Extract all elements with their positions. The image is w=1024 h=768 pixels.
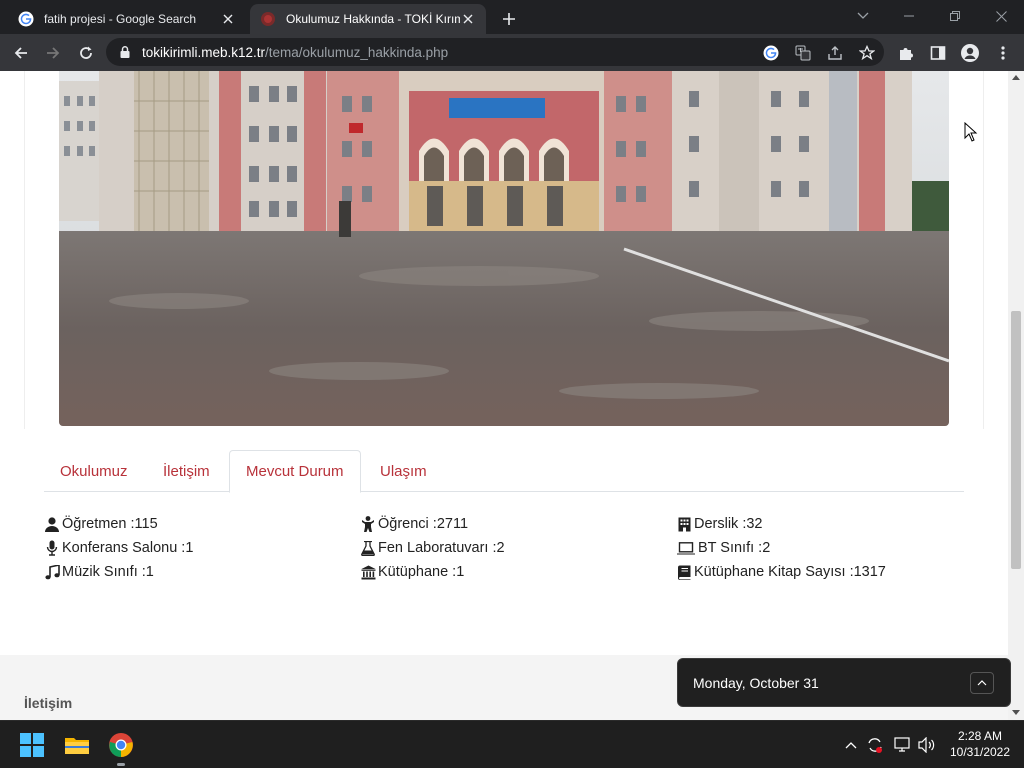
close-tab-icon[interactable]	[220, 11, 236, 27]
google-icon	[18, 11, 34, 27]
tab-okulumuz[interactable]: Okulumuz	[60, 450, 128, 492]
network-icon	[894, 737, 910, 752]
chrome-menu-button[interactable]	[990, 40, 1016, 66]
clock-date: 10/31/2022	[949, 745, 1011, 759]
stat-classrooms: Derslik :32	[676, 516, 763, 532]
more-vert-icon	[1001, 46, 1005, 60]
side-panel-button[interactable]	[925, 40, 951, 66]
back-button[interactable]	[8, 40, 34, 66]
chevron-down-icon	[857, 12, 869, 19]
stat-conference: Konferans Salonu :1	[44, 540, 193, 556]
url-host: tokikirimli.meb.k12.tr	[142, 44, 266, 60]
tab-search-button[interactable]	[840, 0, 886, 32]
browser-toolbar: tokikirimli.meb.k12.tr/tema/okulumuz_hak…	[0, 34, 1024, 71]
footer-contact-title: İletişim	[24, 695, 73, 711]
tab-mevcut-durum[interactable]: Mevcut Durum	[229, 450, 361, 493]
minimize-button[interactable]	[886, 0, 932, 32]
laptop-icon	[676, 540, 696, 556]
speaker-icon	[918, 737, 935, 753]
side-panel-icon	[930, 46, 946, 60]
scroll-thumb[interactable]	[1011, 311, 1021, 569]
stat-music-room: Müzik Sınıfı :1	[44, 564, 154, 580]
page-scrollbar[interactable]	[1008, 71, 1024, 720]
clock-time: 2:28 AM	[957, 729, 1003, 743]
restore-icon	[950, 11, 960, 21]
sync-tray-button[interactable]	[865, 735, 885, 755]
google-lens-icon[interactable]	[762, 44, 780, 62]
stat-teachers: Öğretmen :115	[44, 516, 158, 532]
bookmark-star-icon[interactable]	[858, 44, 876, 62]
page-viewport: Okulumuz İletişim Mevcut Durum Ulaşım Öğ…	[0, 71, 1008, 720]
arrow-left-icon	[14, 47, 27, 59]
close-tab-icon[interactable]	[460, 11, 476, 27]
volume-tray-button[interactable]	[917, 735, 937, 755]
close-window-button[interactable]	[978, 0, 1024, 32]
stat-library: Kütüphane :1	[360, 564, 464, 580]
chrome-icon[interactable]	[108, 732, 134, 758]
collapse-calendar-button[interactable]	[970, 672, 994, 694]
stat-students: Öğrenci :2711	[360, 516, 468, 532]
music-icon	[44, 564, 60, 580]
building-icon	[676, 516, 692, 532]
stat-library-books: Kütüphane Kitap Sayısı :1317	[676, 564, 886, 580]
sync-icon	[868, 738, 882, 753]
scroll-down-icon[interactable]	[1012, 708, 1020, 716]
user-icon	[44, 516, 60, 532]
arrow-right-icon	[47, 47, 60, 59]
active-app-indicator	[117, 763, 125, 766]
flask-icon	[360, 540, 376, 556]
chevron-up-icon	[977, 680, 987, 686]
tab-title: fatih projesi - Google Search	[44, 12, 197, 26]
windows-taskbar: 2:28 AM 10/31/2022	[0, 720, 1024, 768]
site-logo-icon	[261, 12, 275, 26]
school-photo	[59, 71, 949, 426]
calendar-flyout: Monday, October 31	[677, 658, 1011, 707]
reload-icon	[80, 46, 92, 59]
share-icon[interactable]	[826, 44, 844, 62]
scroll-up-icon[interactable]	[1012, 74, 1020, 82]
network-tray-button[interactable]	[893, 735, 913, 755]
mouse-pointer-icon	[964, 122, 978, 142]
new-tab-button[interactable]	[498, 8, 520, 30]
profile-button[interactable]	[957, 40, 983, 66]
reload-button[interactable]	[73, 40, 99, 66]
restore-button[interactable]	[932, 0, 978, 32]
translate-icon[interactable]	[794, 44, 812, 62]
avatar-icon	[961, 44, 979, 62]
microphone-icon	[44, 540, 60, 556]
stat-science-lab: Fen Laboratuvarı :2	[360, 540, 505, 556]
show-hidden-icons-button[interactable]	[841, 735, 861, 755]
child-icon	[360, 516, 376, 532]
info-tabs: Okulumuz İletişim Mevcut Durum Ulaşım	[44, 450, 964, 493]
tab-title: Okulumuz Hakkında - TOKİ Kırımlı	[286, 12, 460, 26]
browser-tab-okulumuz[interactable]: Okulumuz Hakkında - TOKİ Kırımlı	[250, 4, 486, 34]
windows-start-icon[interactable]	[20, 733, 44, 757]
browser-tab-google-search[interactable]: fatih projesi - Google Search	[8, 4, 246, 34]
institution-icon	[360, 564, 376, 580]
browser-tab-strip: fatih projesi - Google Search Okulumuz H…	[0, 0, 1024, 34]
extensions-button[interactable]	[893, 40, 919, 66]
book-icon	[676, 564, 692, 580]
plus-icon	[503, 13, 515, 25]
tab-ulasim[interactable]: Ulaşım	[380, 450, 427, 492]
puzzle-icon	[900, 48, 913, 60]
url-path: /tema/okulumuz_hakkinda.php	[265, 44, 449, 60]
stat-it-room: BT Sınıfı :2	[676, 540, 770, 556]
calendar-date: Monday, October 31	[693, 674, 819, 691]
address-bar[interactable]: tokikirimli.meb.k12.tr/tema/okulumuz_hak…	[106, 38, 884, 66]
chevron-up-icon	[845, 742, 857, 749]
taskbar-clock[interactable]: 2:28 AM 10/31/2022	[944, 728, 1016, 760]
forward-button[interactable]	[40, 40, 66, 66]
close-icon	[995, 10, 1007, 22]
tab-iletisim[interactable]: İletişim	[163, 450, 210, 492]
minimize-icon	[904, 15, 914, 17]
lock-icon[interactable]	[118, 45, 132, 59]
file-explorer-icon[interactable]	[64, 732, 90, 758]
